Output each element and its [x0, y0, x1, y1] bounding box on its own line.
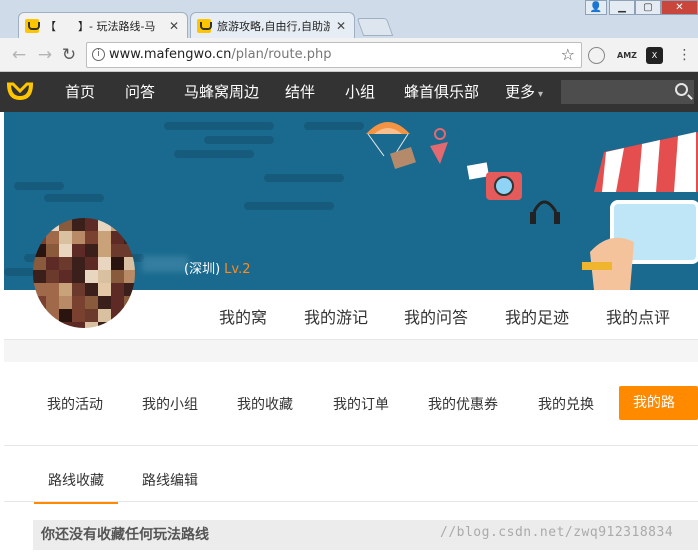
mafengwo-favicon-icon: [25, 18, 40, 33]
profile-icon[interactable]: 👤: [585, 0, 607, 15]
search-icon[interactable]: [675, 83, 688, 96]
blurred-username: [142, 256, 188, 272]
tab-my-home[interactable]: 我的窝: [219, 304, 267, 328]
back-icon[interactable]: ←: [8, 44, 30, 66]
site-search-input[interactable]: [561, 80, 694, 104]
menu-my-favorites[interactable]: 我的收藏: [237, 394, 293, 414]
browser-tab-active[interactable]: 【 】- 玩法路线-马 ✕: [18, 12, 188, 38]
minimize-icon[interactable]: ▁: [609, 0, 635, 15]
nav-companion[interactable]: 结伴: [285, 72, 315, 112]
nav-groups[interactable]: 小组: [345, 72, 375, 112]
address-bar[interactable]: i www.mafengwo.cn/plan/route.php ☆: [86, 42, 582, 68]
menu-icon[interactable]: ⋮: [676, 47, 693, 64]
menu-my-orders[interactable]: 我的订单: [333, 394, 389, 414]
tab-my-questions[interactable]: 我的问答: [404, 304, 468, 328]
info-icon[interactable]: i: [92, 48, 105, 61]
chevron-down-icon: ▾: [538, 89, 544, 100]
nav-qa[interactable]: 问答: [125, 72, 155, 112]
nav-home[interactable]: 首页: [65, 72, 95, 112]
tab-my-reviews[interactable]: 我的点评: [606, 304, 670, 328]
reload-icon[interactable]: ↻: [58, 44, 80, 66]
watermark: //blog.csdn.net/zwq912318834: [440, 525, 674, 540]
x-extension-icon[interactable]: X: [646, 47, 663, 64]
nav-merch[interactable]: 马蜂窝周边: [184, 72, 259, 112]
mafengwo-favicon-icon: [197, 18, 212, 33]
nav-more-label: 更多: [505, 83, 536, 101]
menu-my-activities[interactable]: 我的活动: [47, 394, 103, 414]
section-gap: [4, 340, 698, 362]
user-level[interactable]: Lv.2: [224, 262, 250, 277]
menu-my-coupons[interactable]: 我的优惠券: [428, 394, 498, 414]
mafengwo-logo-icon[interactable]: [5, 80, 35, 104]
menu-my-groups[interactable]: 我的小组: [142, 394, 198, 414]
window-close-icon[interactable]: ✕: [661, 0, 698, 15]
user-city: (深圳): [184, 262, 221, 277]
browser-toolbar: ← → ↻ i www.mafengwo.cn/plan/route.php ☆…: [0, 38, 698, 72]
amz-extension-icon[interactable]: AMZ: [617, 47, 637, 64]
browser-tabstrip: 【 】- 玩法路线-马 ✕ 旅游攻略,自由行,自助游 ✕ 👤 ▁ ▢ ✕: [0, 0, 698, 38]
route-tabs: 路线收藏 路线编辑: [4, 446, 698, 504]
menu-my-exchange[interactable]: 我的兑换: [538, 394, 594, 414]
maximize-icon[interactable]: ▢: [635, 0, 661, 15]
extension-circle-icon[interactable]: [588, 47, 605, 64]
avatar[interactable]: [33, 218, 135, 328]
tab-route-favorites[interactable]: 路线收藏: [34, 470, 118, 504]
user-center-menu: 我的活动 我的小组 我的收藏 我的订单 我的优惠券 我的兑换 我的路线: [4, 362, 698, 446]
nav-club[interactable]: 蜂首俱乐部: [404, 72, 479, 112]
forward-icon[interactable]: →: [34, 44, 56, 66]
tab-title: 【 】- 玩法路线-马: [45, 19, 156, 33]
close-icon[interactable]: ✕: [336, 19, 346, 33]
new-tab-button[interactable]: [356, 18, 394, 36]
star-icon[interactable]: ☆: [561, 43, 575, 67]
tab-my-travelogues[interactable]: 我的游记: [304, 304, 368, 328]
menu-my-routes[interactable]: 我的路线: [619, 386, 698, 445]
url-path: /plan/route.php: [231, 47, 332, 62]
travel-illustration: [366, 122, 698, 290]
tab-route-edit[interactable]: 路线编辑: [142, 470, 198, 490]
tab-title: 旅游攻略,自由行,自助游: [217, 19, 330, 33]
user-info: (深圳) Lv.2: [184, 258, 251, 277]
browser-tab[interactable]: 旅游攻略,自由行,自助游 ✕: [190, 12, 355, 38]
close-icon[interactable]: ✕: [169, 19, 179, 33]
tab-my-footprints[interactable]: 我的足迹: [505, 304, 569, 328]
url-host: www.mafengwo.cn: [109, 47, 232, 62]
site-nav: 首页 问答 马蜂窝周边 结伴 小组 蜂首俱乐部 更多 ▾: [0, 72, 698, 112]
nav-more[interactable]: 更多 ▾: [505, 72, 543, 112]
